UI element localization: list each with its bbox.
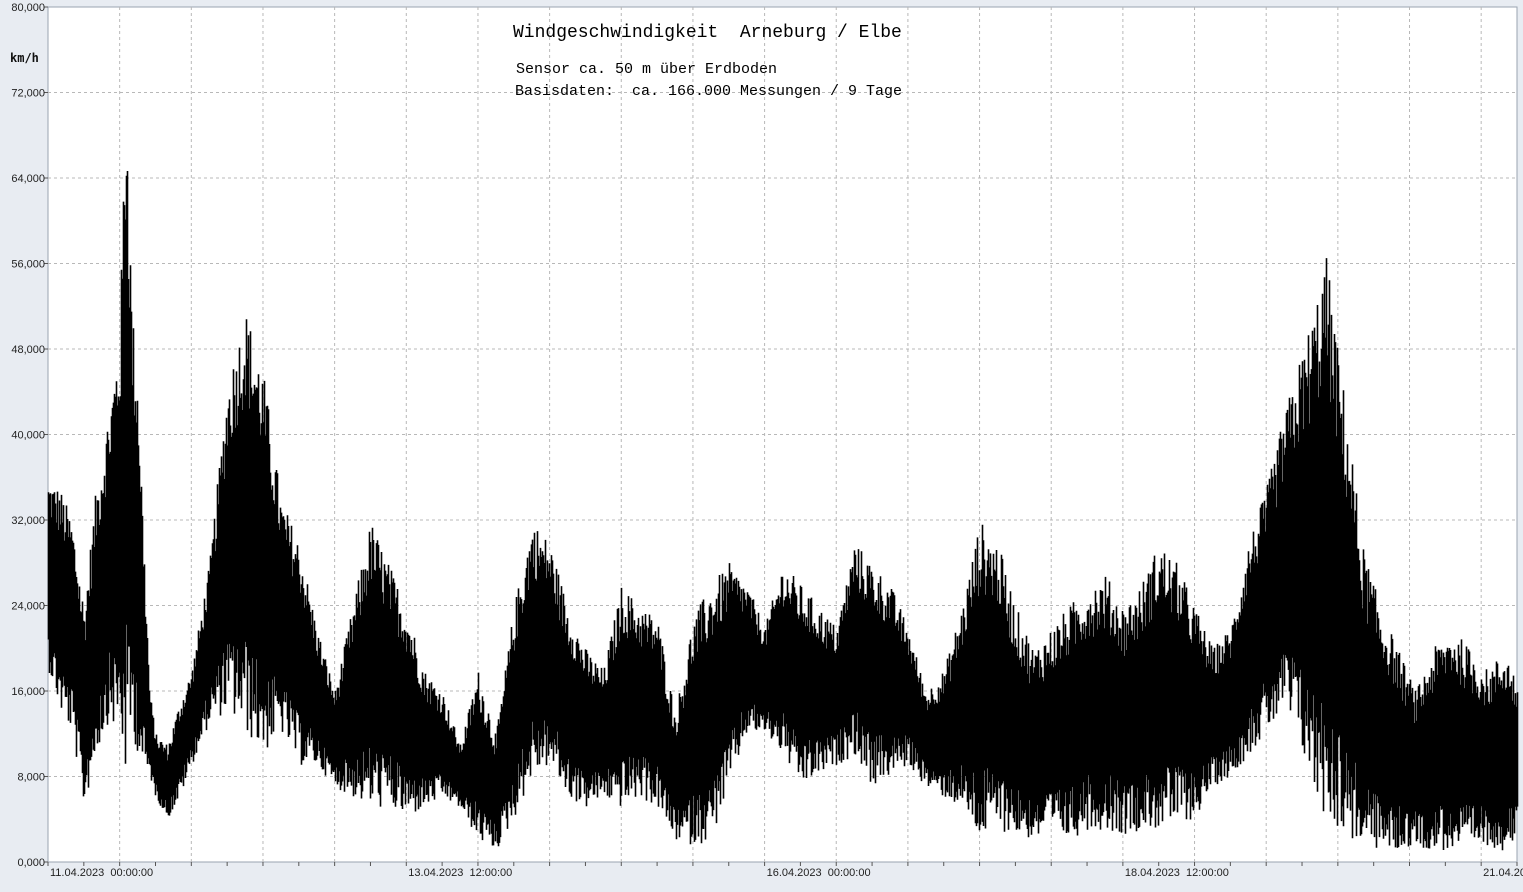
y-tick-label: 64,000 [11,173,45,185]
y-tick-label: 40,000 [11,430,45,442]
y-tick-label: 32,000 [11,515,45,527]
y-tick-label: 48,000 [11,344,45,356]
y-tick-label: 72,000 [11,88,45,100]
chart-root: 0,000 8,000 16,000 24,000 32,000 40,000 48,000… [0,0,1523,887]
y-tick-label: 16,000 [11,686,45,698]
x-axis: 11.04.2023 00:00:00 13.04.2023 12:00:00 16… [50,867,1523,879]
y-axis: 0,000 8,000 16,000 24,000 32,000 40,000 48,000… [11,2,48,869]
y-tick-label: 24,000 [11,601,45,613]
chart-title: Windgeschwindigkeit Arneburg / Elbe [513,23,902,43]
x-tick-label: 18.04.2023 12:00:00 [1125,867,1229,879]
x-minor-ticks [47,862,1518,866]
y-tick-label: 0,000 [17,857,45,869]
y-axis-unit-label: km/h [10,51,39,65]
y-tick-label: 8,000 [17,772,45,784]
x-tick-label: 21.04.2023 00:00:00 [1483,867,1523,879]
x-tick-label: 11.04.2023 00:00:00 [50,867,153,879]
y-tick-label: 80,000 [11,2,45,14]
x-tick-label: 13.04.2023 12:00:00 [408,867,512,879]
chart-subtitle-sensor: Sensor ca. 50 m über Erdboden [516,61,777,78]
x-tick-label: 16.04.2023 00:00:00 [767,867,871,879]
y-tick-label: 56,000 [11,259,45,271]
wind-speed-chart: 0,000 8,000 16,000 24,000 32,000 40,000 48,000… [10,2,1523,879]
chart-subtitle-basisdaten: Basisdaten: ca. 166.000 Messungen / 9 Ta… [515,83,902,100]
